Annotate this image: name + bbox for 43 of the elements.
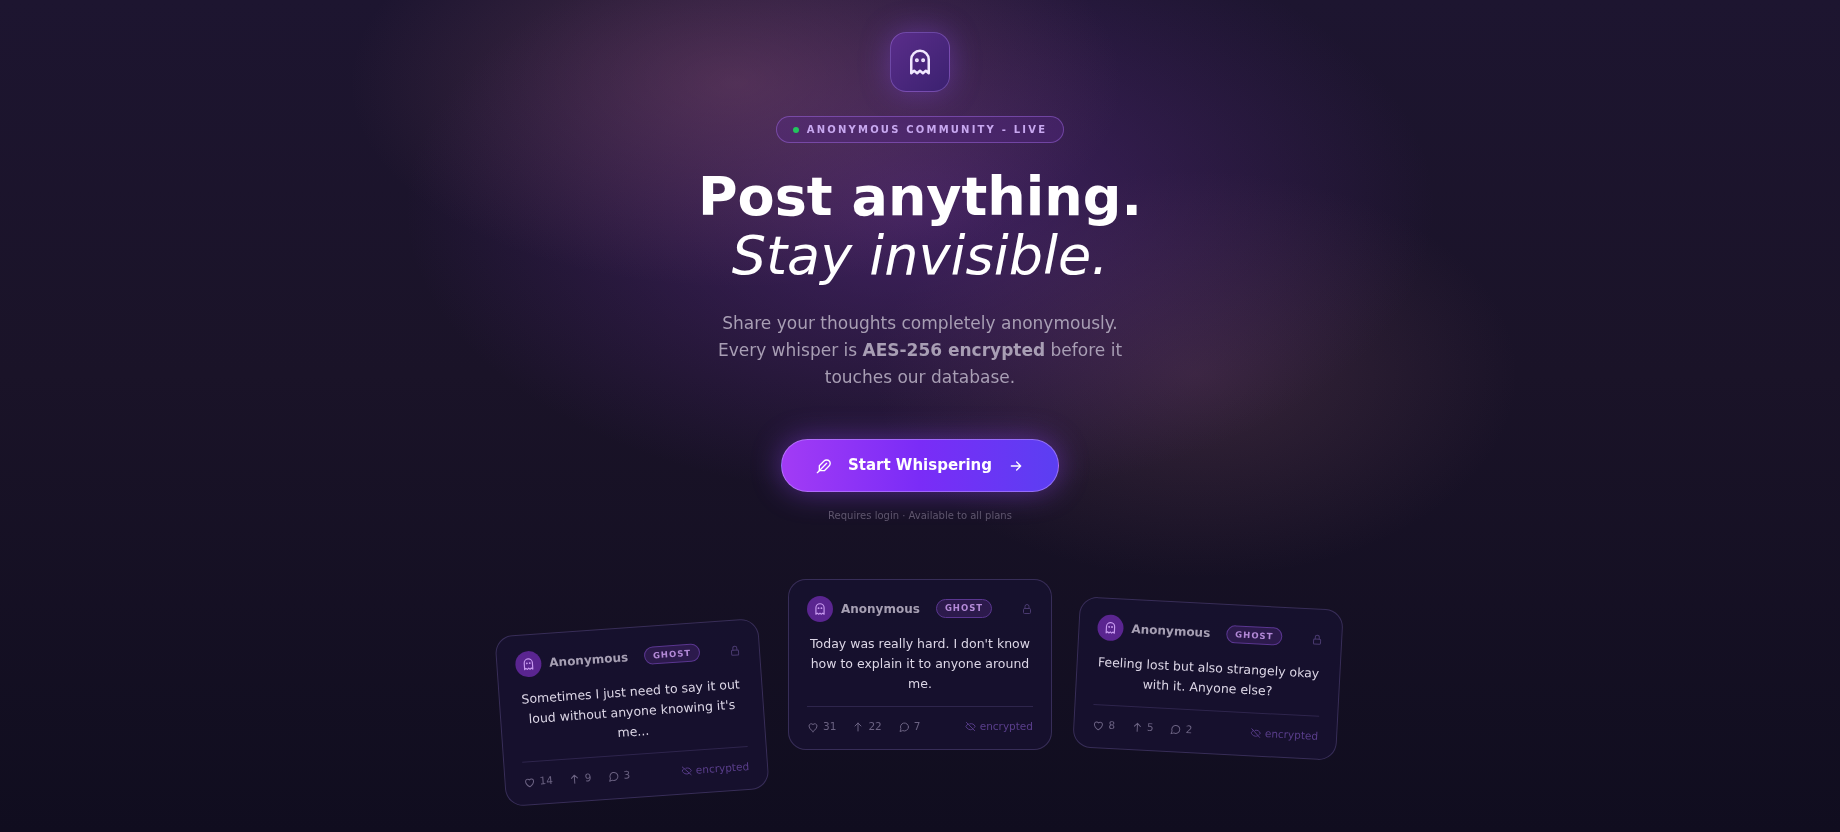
eye-off-icon xyxy=(1249,727,1262,740)
ghost-logo xyxy=(890,32,950,92)
eye-off-icon xyxy=(680,765,693,777)
avatar xyxy=(1096,614,1125,642)
ghost-tag: GHOST xyxy=(1225,624,1283,647)
comment-icon xyxy=(897,720,910,733)
boost-count[interactable]: 22 xyxy=(868,718,882,735)
post-text: Today was really hard. I don't know how to explain it to anyone around me. xyxy=(809,634,1031,693)
caption-text: Requires login · Available to all plans xyxy=(828,508,1012,523)
lock-icon xyxy=(1310,632,1324,646)
ghost-tag: GHOST xyxy=(643,642,701,666)
hero-description: Share your thoughts completely anonymously. Every whisper is AES-256 encrypted before it touches our database. xyxy=(716,311,1124,390)
avatar xyxy=(807,595,833,622)
ghost-tag: GHOST xyxy=(935,599,993,619)
heart-icon xyxy=(523,775,536,789)
avatar xyxy=(514,650,543,678)
feather-icon xyxy=(815,457,832,474)
eye-off-icon xyxy=(964,721,976,733)
post-text: Sometimes I just need to say it out loud without anyone knowing it's me... xyxy=(519,675,742,742)
comment-count[interactable]: 3 xyxy=(622,767,631,784)
encryption-status: encrypted xyxy=(979,718,1033,734)
comment-icon xyxy=(1169,722,1182,736)
hero-heading: Post anything. Stay invisible. xyxy=(697,167,1143,286)
author-name: Anonymous xyxy=(548,649,629,672)
encryption-status: encrypted xyxy=(1264,725,1319,744)
boost-count[interactable]: 9 xyxy=(584,769,593,786)
lock-icon xyxy=(1021,603,1033,616)
post-text: Feeling lost but also strangely okay with it. Anyone else? xyxy=(1096,653,1321,701)
status-badge: ANONYMOUS COMMUNITY - LIVE xyxy=(775,116,1065,143)
start-whispering-button[interactable]: Start Whispering xyxy=(780,439,1059,492)
author-name: Anonymous xyxy=(841,600,920,618)
encryption-status: encrypted xyxy=(695,758,750,778)
boost-count[interactable]: 5 xyxy=(1146,719,1155,736)
comment-icon xyxy=(607,769,620,783)
like-count[interactable]: 8 xyxy=(1107,717,1116,734)
heart-icon xyxy=(1092,718,1105,732)
author-name: Anonymous xyxy=(1131,620,1211,642)
heart-icon xyxy=(807,720,819,733)
comment-count[interactable]: 7 xyxy=(913,718,921,735)
like-count[interactable]: 31 xyxy=(823,718,837,735)
like-count[interactable]: 14 xyxy=(539,772,554,790)
lock-icon xyxy=(728,643,742,657)
comment-count[interactable]: 2 xyxy=(1185,721,1193,738)
